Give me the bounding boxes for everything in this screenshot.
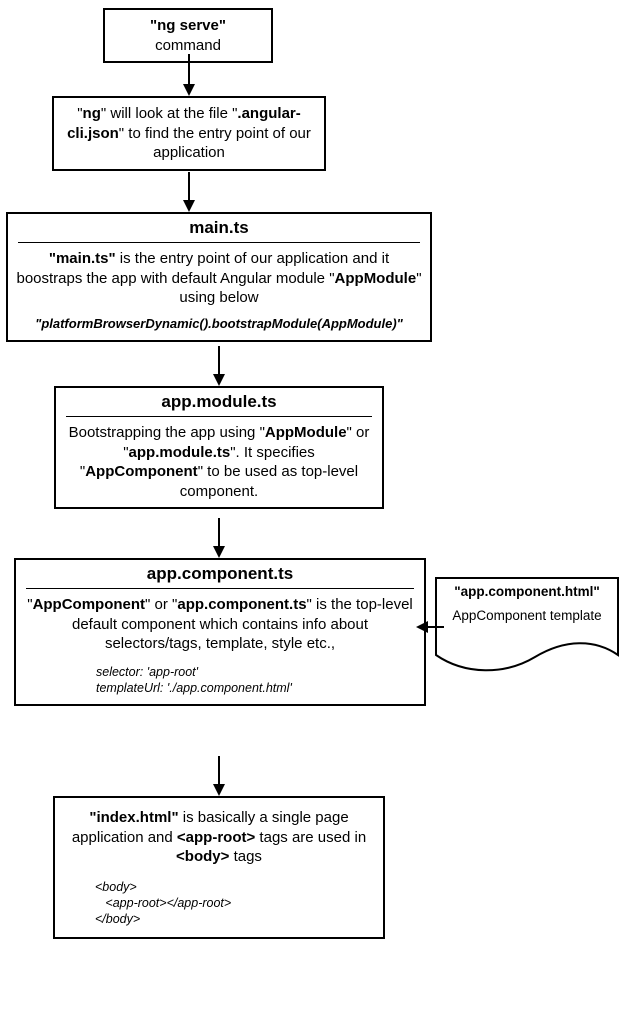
node-app-module-ts: app.module.ts Bootstrapping the app usin… [54, 386, 384, 509]
templateurl-code: templateUrl: './app.component.html' [96, 681, 292, 695]
main-ts-title: main.ts [8, 214, 430, 242]
arrow-doc-to-component [416, 620, 446, 634]
ng-serve-label: "ng serve" [150, 17, 226, 34]
ng-serve-sub: command [155, 37, 221, 54]
arrow-4 [213, 518, 225, 558]
arrow-3 [213, 346, 225, 386]
main-ts-code: "platformBrowserDynamic().bootstrapModul… [8, 314, 430, 341]
node-app-component-html: "app.component.html" AppComponent templa… [435, 577, 619, 677]
doc-title: "app.component.html" [454, 584, 600, 599]
app-module-title: app.module.ts [56, 388, 382, 416]
app-component-title: app.component.ts [16, 560, 424, 588]
node-main-ts: main.ts "main.ts" is the entry point of … [6, 212, 432, 342]
doc-sub: AppComponent template [452, 607, 601, 625]
node-app-component-ts: app.component.ts "AppComponent" or "app.… [14, 558, 426, 706]
selector-code: selector: 'app-root' [96, 665, 198, 679]
arrow-2 [183, 172, 195, 212]
arrow-5 [213, 756, 225, 796]
arrow-1 [183, 54, 195, 96]
node-index-html: "index.html" is basically a single page … [53, 796, 385, 939]
index-html-code: <body> <app-root></app-root> </body> [55, 873, 383, 938]
node-angular-cli-json: "ng" will look at the file ".angular-cli… [52, 96, 326, 171]
